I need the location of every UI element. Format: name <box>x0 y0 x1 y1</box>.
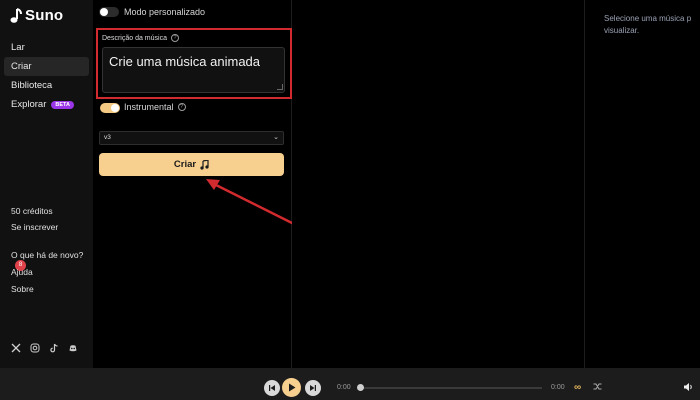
sidebar: Suno Lar Criar Biblioteca Explorar BETA … <box>0 0 93 368</box>
sidebar-item-label: Criar <box>11 61 32 72</box>
subscribe-link[interactable]: Se inscrever <box>11 222 58 232</box>
help-icon[interactable]: ? <box>177 103 186 111</box>
skip-back-icon <box>269 385 275 391</box>
sidebar-item-label: Biblioteca <box>11 80 53 91</box>
loop-icon[interactable]: ∞ <box>574 382 581 393</box>
toggle-knob <box>111 104 119 112</box>
music-note-icon <box>200 159 209 170</box>
custom-mode-toggle[interactable] <box>99 7 119 17</box>
instrumental-row: Instrumental ? <box>124 102 186 112</box>
whats-new-label: O que há de novo? <box>11 250 84 260</box>
discord-icon[interactable] <box>68 343 78 353</box>
description-input[interactable]: Crie uma música animada <box>102 47 285 93</box>
model-version-value: v3 <box>104 134 111 141</box>
description-label: Descrição da música ? <box>102 34 179 42</box>
credits-count: 50 créditos <box>11 206 53 216</box>
sidebar-item-label: Lar <box>11 42 25 53</box>
end-time: 0:00 <box>551 384 565 391</box>
resize-handle-icon[interactable] <box>277 84 283 90</box>
progress-slider[interactable] <box>357 384 542 391</box>
progress-thumb[interactable] <box>357 384 364 391</box>
skip-forward-icon <box>310 385 316 391</box>
description-label-text: Descrição da música <box>102 34 167 42</box>
help-link[interactable]: Ajuda <box>11 267 33 277</box>
annotation-arrow <box>206 179 295 226</box>
instrumental-label: Instrumental <box>124 102 174 112</box>
volume-icon[interactable] <box>683 382 694 392</box>
preview-placeholder-line2: visualizar. <box>604 26 640 35</box>
tiktok-icon[interactable] <box>49 343 59 353</box>
toggle-knob <box>100 8 108 16</box>
sidebar-nav: Lar Criar Biblioteca Explorar BETA <box>0 38 93 114</box>
instrumental-toggle[interactable] <box>100 103 120 113</box>
create-button[interactable]: Criar <box>99 153 284 176</box>
song-list-panel <box>292 0 585 368</box>
create-button-label: Criar <box>173 159 197 170</box>
preview-panel <box>585 0 700 368</box>
play-button[interactable] <box>282 378 301 397</box>
sidebar-item-create[interactable]: Criar <box>4 57 89 76</box>
description-highlight: Descrição da música ? Crie uma música an… <box>96 28 292 99</box>
about-link[interactable]: Sobre <box>11 284 34 294</box>
music-note-icon <box>10 7 22 23</box>
sidebar-item-label: Explorar <box>11 99 47 110</box>
player-bar: 0:00 0:00 ∞ <box>0 368 700 400</box>
chevron-down-icon: ⌄ <box>273 134 279 141</box>
logo[interactable]: Suno <box>10 7 63 24</box>
social-links <box>11 343 78 353</box>
play-icon <box>288 383 295 392</box>
sidebar-item-home[interactable]: Lar <box>0 38 93 57</box>
sidebar-item-explore[interactable]: Explorar BETA <box>0 95 93 114</box>
next-button[interactable] <box>305 380 321 396</box>
app-name: Suno <box>25 7 64 24</box>
x-icon[interactable] <box>11 343 21 353</box>
current-time: 0:00 <box>337 384 351 391</box>
previous-button[interactable] <box>264 380 280 396</box>
shuffle-icon[interactable] <box>593 382 602 391</box>
sidebar-item-library[interactable]: Biblioteca <box>0 76 93 95</box>
preview-placeholder: Selecione uma música p visualizar. <box>604 13 700 37</box>
custom-mode-label: Modo personalizado <box>124 7 206 17</box>
instagram-icon[interactable] <box>30 343 40 353</box>
beta-badge: BETA <box>51 100 74 109</box>
preview-placeholder-line1: Selecione uma música p <box>604 14 692 23</box>
model-version-select[interactable]: v3 ⌄ <box>99 131 284 145</box>
help-icon[interactable]: ? <box>170 34 179 42</box>
